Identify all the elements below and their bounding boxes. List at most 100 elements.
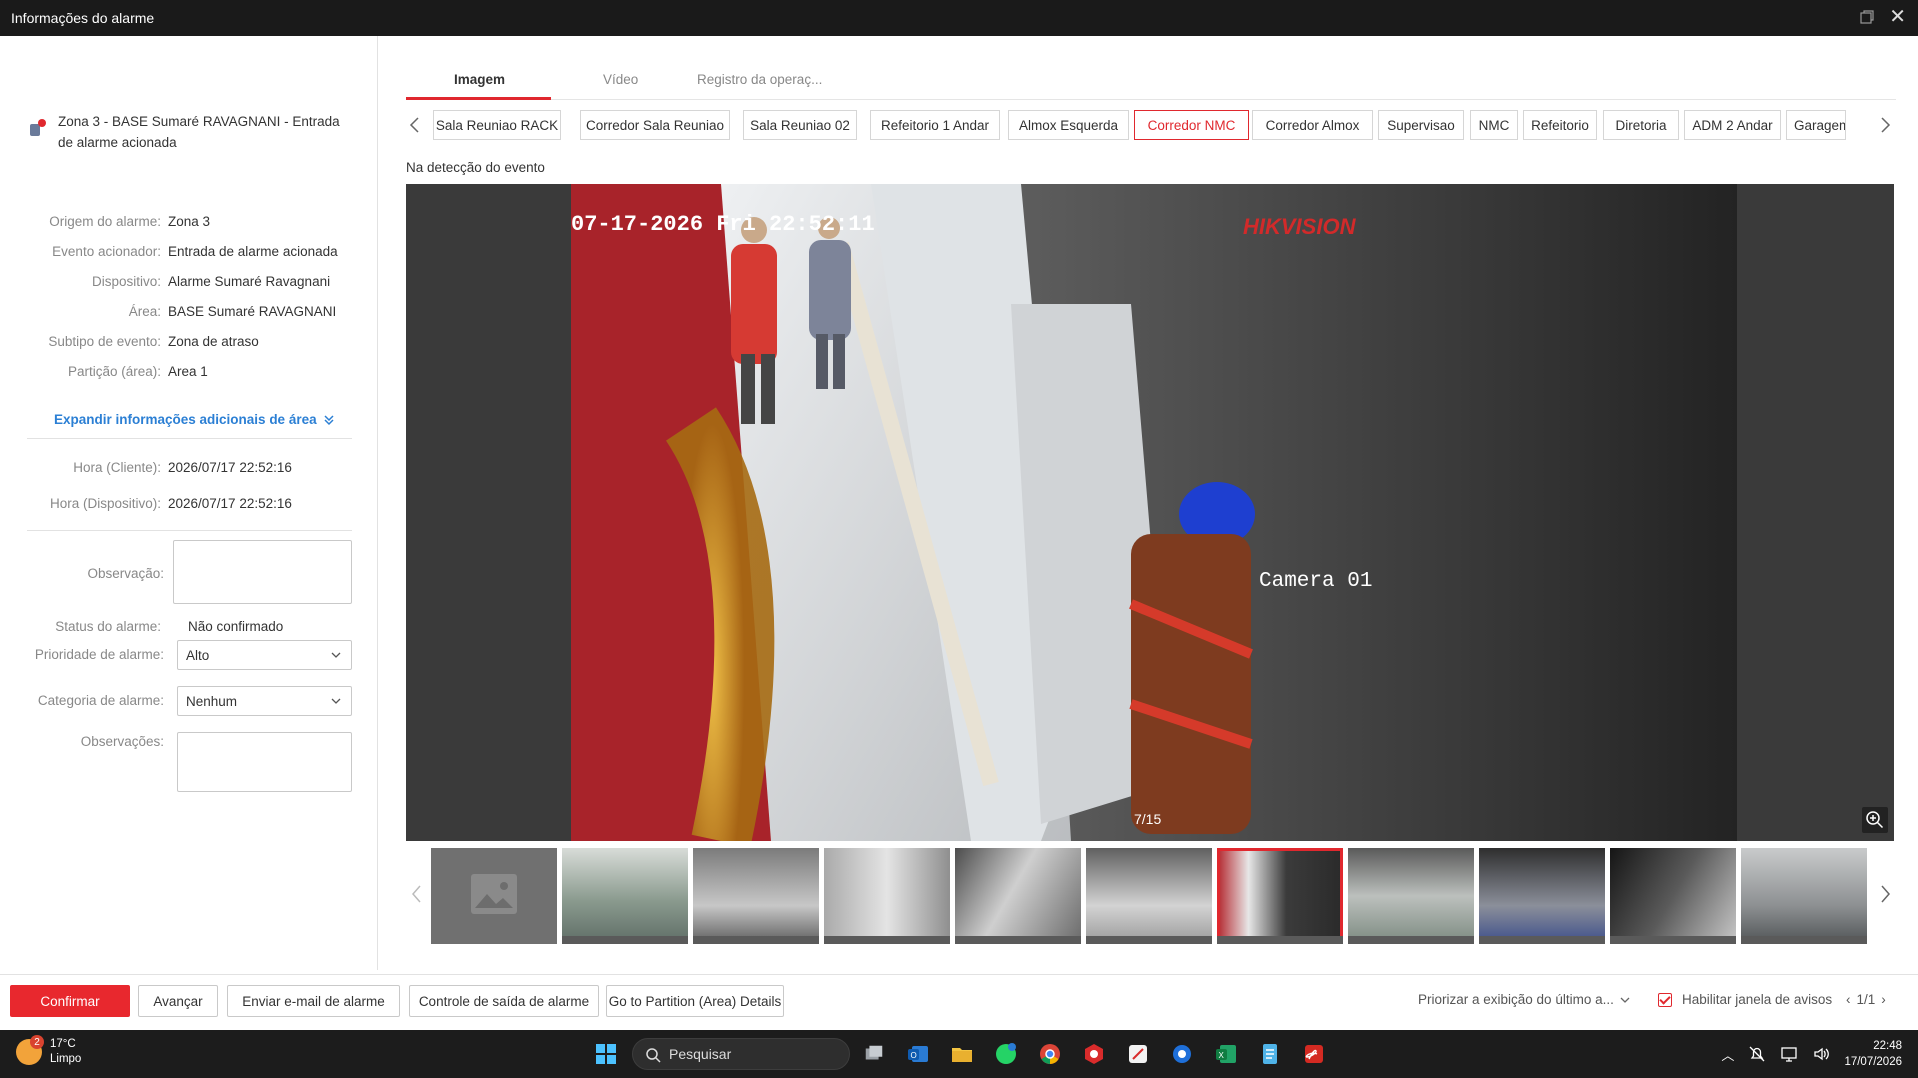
osd-camera-name: Camera 01 [1259, 570, 1372, 593]
confirm-button[interactable]: Confirmar [10, 985, 130, 1017]
time-row-device: Hora (Dispositivo): 2026/07/17 22:52:16 [49, 495, 292, 511]
bell-mute-icon[interactable] [1748, 1045, 1766, 1063]
task-view-icon[interactable] [858, 1038, 890, 1070]
enable-popup-checkbox[interactable] [1658, 992, 1672, 1007]
weather-temp: 17°C [50, 1038, 76, 1050]
footer-divider [0, 974, 1918, 975]
close-icon[interactable]: ✕ [1889, 7, 1906, 27]
snapshot-viewer[interactable]: 07-17-2026 Fri 22:52:11 HIKVISION Camera… [406, 184, 1894, 841]
thumbnail[interactable] [955, 848, 1081, 944]
system-tray: ︿ 22:48 17/07/2026 [1721, 1038, 1902, 1070]
detection-label: Na detecção do evento [406, 160, 545, 175]
tab-video[interactable]: Vídeo [603, 72, 638, 87]
outlook-icon[interactable]: O [902, 1038, 934, 1070]
chevron-right-icon[interactable]: › [1881, 992, 1886, 1007]
weather-badge: 2 [30, 1035, 44, 1049]
chevron-left-icon[interactable] [408, 116, 422, 134]
system-clock[interactable]: 22:48 17/07/2026 [1844, 1038, 1902, 1070]
acrobat-icon[interactable] [1298, 1038, 1330, 1070]
network-icon[interactable] [1780, 1045, 1798, 1063]
enable-popup-toggle[interactable]: Habilitar janela de avisos [1658, 992, 1832, 1007]
taskbar-search[interactable]: Pesquisar [632, 1038, 850, 1070]
settings-app-icon[interactable] [1166, 1038, 1198, 1070]
pager-text: 1/1 [1856, 992, 1876, 1007]
file-explorer-icon[interactable] [946, 1038, 978, 1070]
restore-icon[interactable] [1860, 10, 1874, 24]
clock-time: 22:48 [1873, 1040, 1902, 1052]
partition-details-button[interactable]: Go to Partition (Area) Details [606, 985, 784, 1017]
windows-start-icon[interactable] [590, 1038, 622, 1070]
camera-chip-refeitorio[interactable]: Refeitorio [1523, 110, 1597, 140]
volume-icon[interactable] [1812, 1045, 1830, 1063]
alarm-header-text: Zona 3 - BASE Sumaré RAVAGNANI - Entrada… [58, 114, 340, 150]
thumbnail[interactable] [824, 848, 950, 944]
tab-image[interactable]: Imagem [454, 72, 505, 87]
camera-chip-refeitorio-1-andar[interactable]: Refeitorio 1 Andar [870, 110, 1000, 140]
thumbnail[interactable] [1610, 848, 1736, 944]
thumbnail-selected[interactable] [1217, 848, 1343, 944]
notes-label: Observações: [80, 734, 164, 749]
notepad-icon[interactable] [1254, 1038, 1286, 1070]
chevron-right-icon[interactable] [1878, 116, 1892, 134]
observation-input[interactable] [173, 540, 352, 604]
image-placeholder-icon [471, 874, 517, 914]
weather-widget[interactable]: 2 17°C Limpo [16, 1035, 81, 1067]
snipping-tool-icon[interactable] [1122, 1038, 1154, 1070]
camera-chip-diretoria[interactable]: Diretoria [1603, 110, 1679, 140]
media-tabs: Imagem Vídeo Registro da operaç... [406, 60, 1896, 100]
observation-label: Observação: [87, 566, 164, 581]
camera-chip-nmc[interactable]: NMC [1470, 110, 1518, 140]
weather-icon: 2 [16, 1035, 44, 1065]
camera-chip-sala-reuniao-rack[interactable]: Sala Reuniao RACK [433, 110, 561, 140]
alarm-zone-icon [28, 119, 46, 137]
whatsapp-icon[interactable] [990, 1038, 1022, 1070]
chevron-right-icon[interactable] [1878, 884, 1892, 904]
detail-row-device: Dispositivo: Alarme Sumaré Ravagnani [91, 273, 331, 289]
camera-chip-supervisao[interactable]: Supervisao [1378, 110, 1464, 140]
clock-date: 17/07/2026 [1844, 1056, 1902, 1068]
alarm-output-control-button[interactable]: Controle de saída de alarme [409, 985, 599, 1017]
next-button[interactable]: Avançar [138, 985, 218, 1017]
chevron-up-icon[interactable]: ︿ [1721, 1045, 1734, 1064]
time-row-client: Hora (Cliente): 2026/07/17 22:52:16 [73, 459, 292, 475]
thumbnail[interactable] [1086, 848, 1212, 944]
chevron-left-icon[interactable] [410, 884, 424, 904]
image-counter: 7/15 [1134, 811, 1162, 827]
tab-operation-log[interactable]: Registro da operaç... [697, 72, 822, 87]
zoom-in-icon [1866, 811, 1884, 829]
category-label: Categoria de alarme: [37, 693, 164, 708]
thumbnail[interactable] [431, 848, 557, 944]
chrome-icon[interactable] [1034, 1038, 1066, 1070]
window-title: Informações do alarme [11, 10, 155, 26]
double-chevron-down-icon [324, 414, 334, 425]
camera-chip-corredor-sala-reuniao[interactable]: Corredor Sala Reuniao [580, 110, 730, 140]
thumbnail[interactable] [1741, 848, 1867, 944]
thumbnail[interactable] [562, 848, 688, 944]
thumbnail[interactable] [1479, 848, 1605, 944]
chevron-left-icon[interactable]: ‹ [1846, 992, 1851, 1007]
camera-chip-almox-esquerda[interactable]: Almox Esquerda [1008, 110, 1129, 140]
detail-row-origin: Origem do alarme: Zona 3 [49, 213, 211, 229]
camera-chip-sala-reuniao-02[interactable]: Sala Reuniao 02 [743, 110, 857, 140]
prioritize-dropdown[interactable]: Priorizar a exibição do último a... [1418, 992, 1630, 1007]
excel-icon[interactable]: X [1210, 1038, 1242, 1070]
notes-input[interactable] [177, 732, 352, 792]
zoom-button[interactable] [1862, 807, 1888, 833]
pager: ‹ 1/1 › [1846, 992, 1886, 1007]
thumbnail[interactable] [693, 848, 819, 944]
camera-chip-corredor-almox[interactable]: Corredor Almox [1252, 110, 1373, 140]
svg-text:O: O [911, 1051, 917, 1060]
send-email-button[interactable]: Enviar e-mail de alarme [227, 985, 400, 1017]
divider [27, 438, 352, 439]
title-bar: Informações do alarme ✕ [0, 0, 1918, 36]
priority-select[interactable]: Alto [177, 640, 352, 670]
camera-chip-garagem[interactable]: Garagem [1786, 110, 1846, 140]
divider [27, 530, 352, 531]
thumbnail[interactable] [1348, 848, 1474, 944]
detail-row-subtype: Subtipo de evento: Zona de atraso [48, 333, 259, 349]
category-select[interactable]: Nenhum [177, 686, 352, 716]
camera-chip-corredor-nmc[interactable]: Corredor NMC [1134, 110, 1249, 140]
app-red-icon[interactable] [1078, 1038, 1110, 1070]
expand-area-info-link[interactable]: Expandir informações adicionais de área [54, 412, 335, 427]
camera-chip-adm-2-andar[interactable]: ADM 2 Andar [1684, 110, 1781, 140]
